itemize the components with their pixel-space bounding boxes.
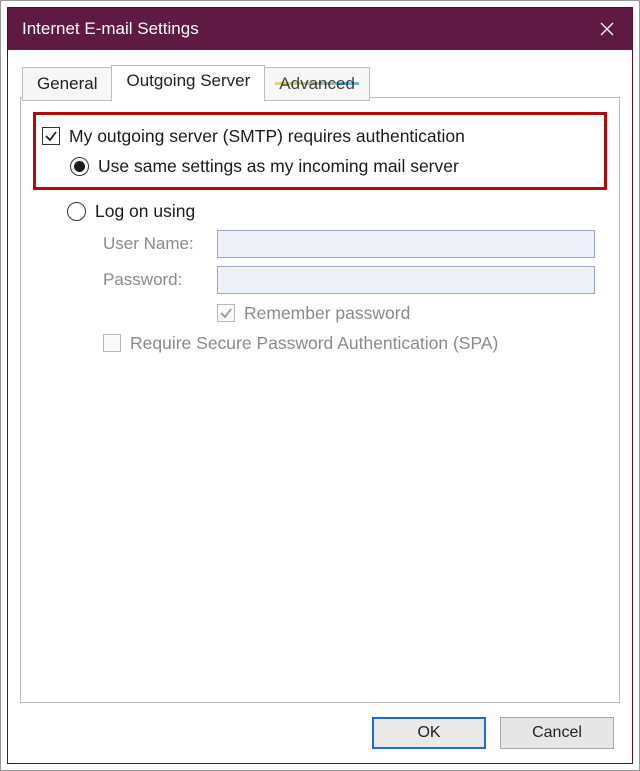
dialog-window: Internet E-mail Settings General Outgoin… (7, 7, 633, 764)
log-on-using-label: Log on using (95, 201, 195, 222)
tab-outgoing-server[interactable]: Outgoing Server (111, 65, 265, 99)
tab-advanced[interactable]: Advanced (264, 67, 370, 101)
button-label: Cancel (532, 724, 582, 742)
tab-label: Advanced (279, 74, 355, 93)
checkmark-icon (44, 129, 58, 143)
button-label: OK (417, 724, 440, 742)
close-icon (600, 22, 614, 36)
log-on-using-radio[interactable] (67, 202, 86, 221)
username-row: User Name: (33, 226, 607, 262)
dialog-footer: OK Cancel (20, 703, 620, 751)
tab-panel-outgoing: My outgoing server (SMTP) requires authe… (20, 97, 620, 703)
remember-password-label: Remember password (244, 303, 410, 324)
close-button[interactable] (582, 8, 632, 50)
tab-strip: General Outgoing Server Advanced (22, 64, 620, 98)
use-same-settings-radio[interactable] (70, 157, 89, 176)
tab-general[interactable]: General (22, 67, 112, 101)
requires-auth-label: My outgoing server (SMTP) requires authe… (69, 126, 465, 147)
titlebar: Internet E-mail Settings (8, 8, 632, 50)
use-same-settings-label: Use same settings as my incoming mail se… (98, 156, 459, 177)
username-label: User Name: (103, 234, 217, 254)
window-title: Internet E-mail Settings (22, 19, 199, 39)
cancel-button[interactable]: Cancel (500, 717, 614, 749)
dialog-content: General Outgoing Server Advanced (8, 50, 632, 763)
tab-label: Outgoing Server (126, 71, 250, 90)
username-input[interactable] (217, 230, 595, 258)
use-same-settings-row[interactable]: Use same settings as my incoming mail se… (42, 151, 594, 181)
require-spa-label: Require Secure Password Authentication (… (130, 333, 498, 354)
require-spa-checkbox[interactable] (103, 334, 121, 352)
password-label: Password: (103, 270, 217, 290)
checkmark-icon (219, 306, 233, 320)
remember-password-row[interactable]: Remember password (33, 298, 607, 328)
ok-button[interactable]: OK (372, 717, 486, 749)
tab-label: General (37, 74, 97, 93)
log-on-using-row[interactable]: Log on using (33, 196, 607, 226)
remember-password-checkbox[interactable] (217, 304, 235, 322)
highlight-box: My outgoing server (SMTP) requires authe… (33, 112, 607, 190)
password-row: Password: (33, 262, 607, 298)
requires-auth-row[interactable]: My outgoing server (SMTP) requires authe… (42, 121, 594, 151)
password-input[interactable] (217, 266, 595, 294)
require-spa-row[interactable]: Require Secure Password Authentication (… (33, 328, 607, 358)
requires-auth-checkbox[interactable] (42, 127, 60, 145)
